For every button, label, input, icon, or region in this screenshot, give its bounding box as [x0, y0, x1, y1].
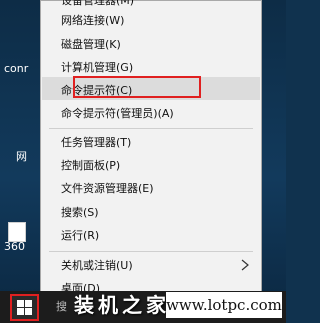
taskbar-search-label[interactable]: 搜	[56, 300, 67, 314]
menu-item-control-panel[interactable]: 控制面板(P)	[61, 159, 120, 173]
menu-item-device-manager[interactable]: 设备管理器(M)	[61, 0, 134, 8]
start-button[interactable]	[10, 294, 39, 321]
menu-separator	[49, 128, 253, 129]
desktop-icon-label[interactable]: 网	[16, 150, 27, 163]
winx-context-menu: 设备管理器(M) 网络连接(W) 磁盘管理(K) 计算机管理(G) 命令提示符(…	[40, 0, 262, 300]
watermark-url: www.lotpc.com	[166, 292, 282, 318]
desktop-icon-label[interactable]: conr	[4, 62, 28, 75]
menu-item-computer-management[interactable]: 计算机管理(G)	[61, 61, 133, 75]
menu-item-shutdown-signout[interactable]: 关机或注销(U)	[61, 259, 133, 273]
menu-item-command-prompt-admin[interactable]: 命令提示符(管理员)(A)	[61, 107, 174, 121]
menu-item-search[interactable]: 搜索(S)	[61, 206, 99, 220]
menu-item-file-explorer[interactable]: 文件资源管理器(E)	[61, 182, 154, 196]
desktop-icon-label[interactable]: 360	[4, 240, 25, 253]
menu-item-task-manager[interactable]: 任务管理器(T)	[61, 136, 131, 150]
highlight-box-command-prompt	[73, 76, 201, 98]
watermark-site-name: 装机之家	[74, 293, 170, 317]
chevron-right-icon	[241, 259, 249, 271]
menu-separator	[49, 251, 253, 252]
menu-item-disk-management[interactable]: 磁盘管理(K)	[61, 38, 121, 52]
desktop-file-icon[interactable]	[8, 222, 26, 242]
windows-logo-icon	[17, 300, 32, 315]
menu-item-network-connections[interactable]: 网络连接(W)	[61, 14, 124, 28]
menu-item-run[interactable]: 运行(R)	[61, 229, 99, 243]
